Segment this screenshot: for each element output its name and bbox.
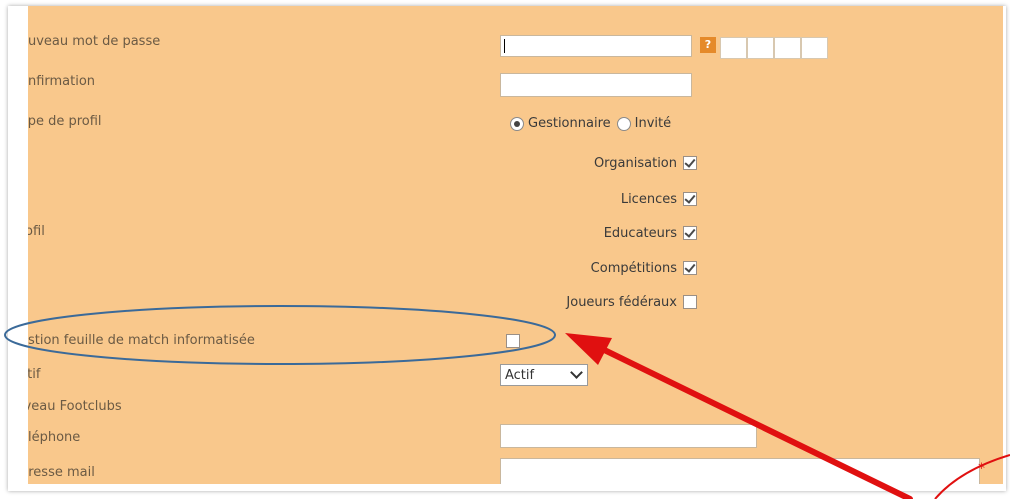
annotation-overlay [4, 305, 1010, 499]
highlight-ellipse [4, 305, 556, 365]
annotation-curve [934, 454, 1010, 499]
pointer-arrow-head [565, 333, 612, 365]
pointer-arrow-shaft [587, 340, 913, 499]
